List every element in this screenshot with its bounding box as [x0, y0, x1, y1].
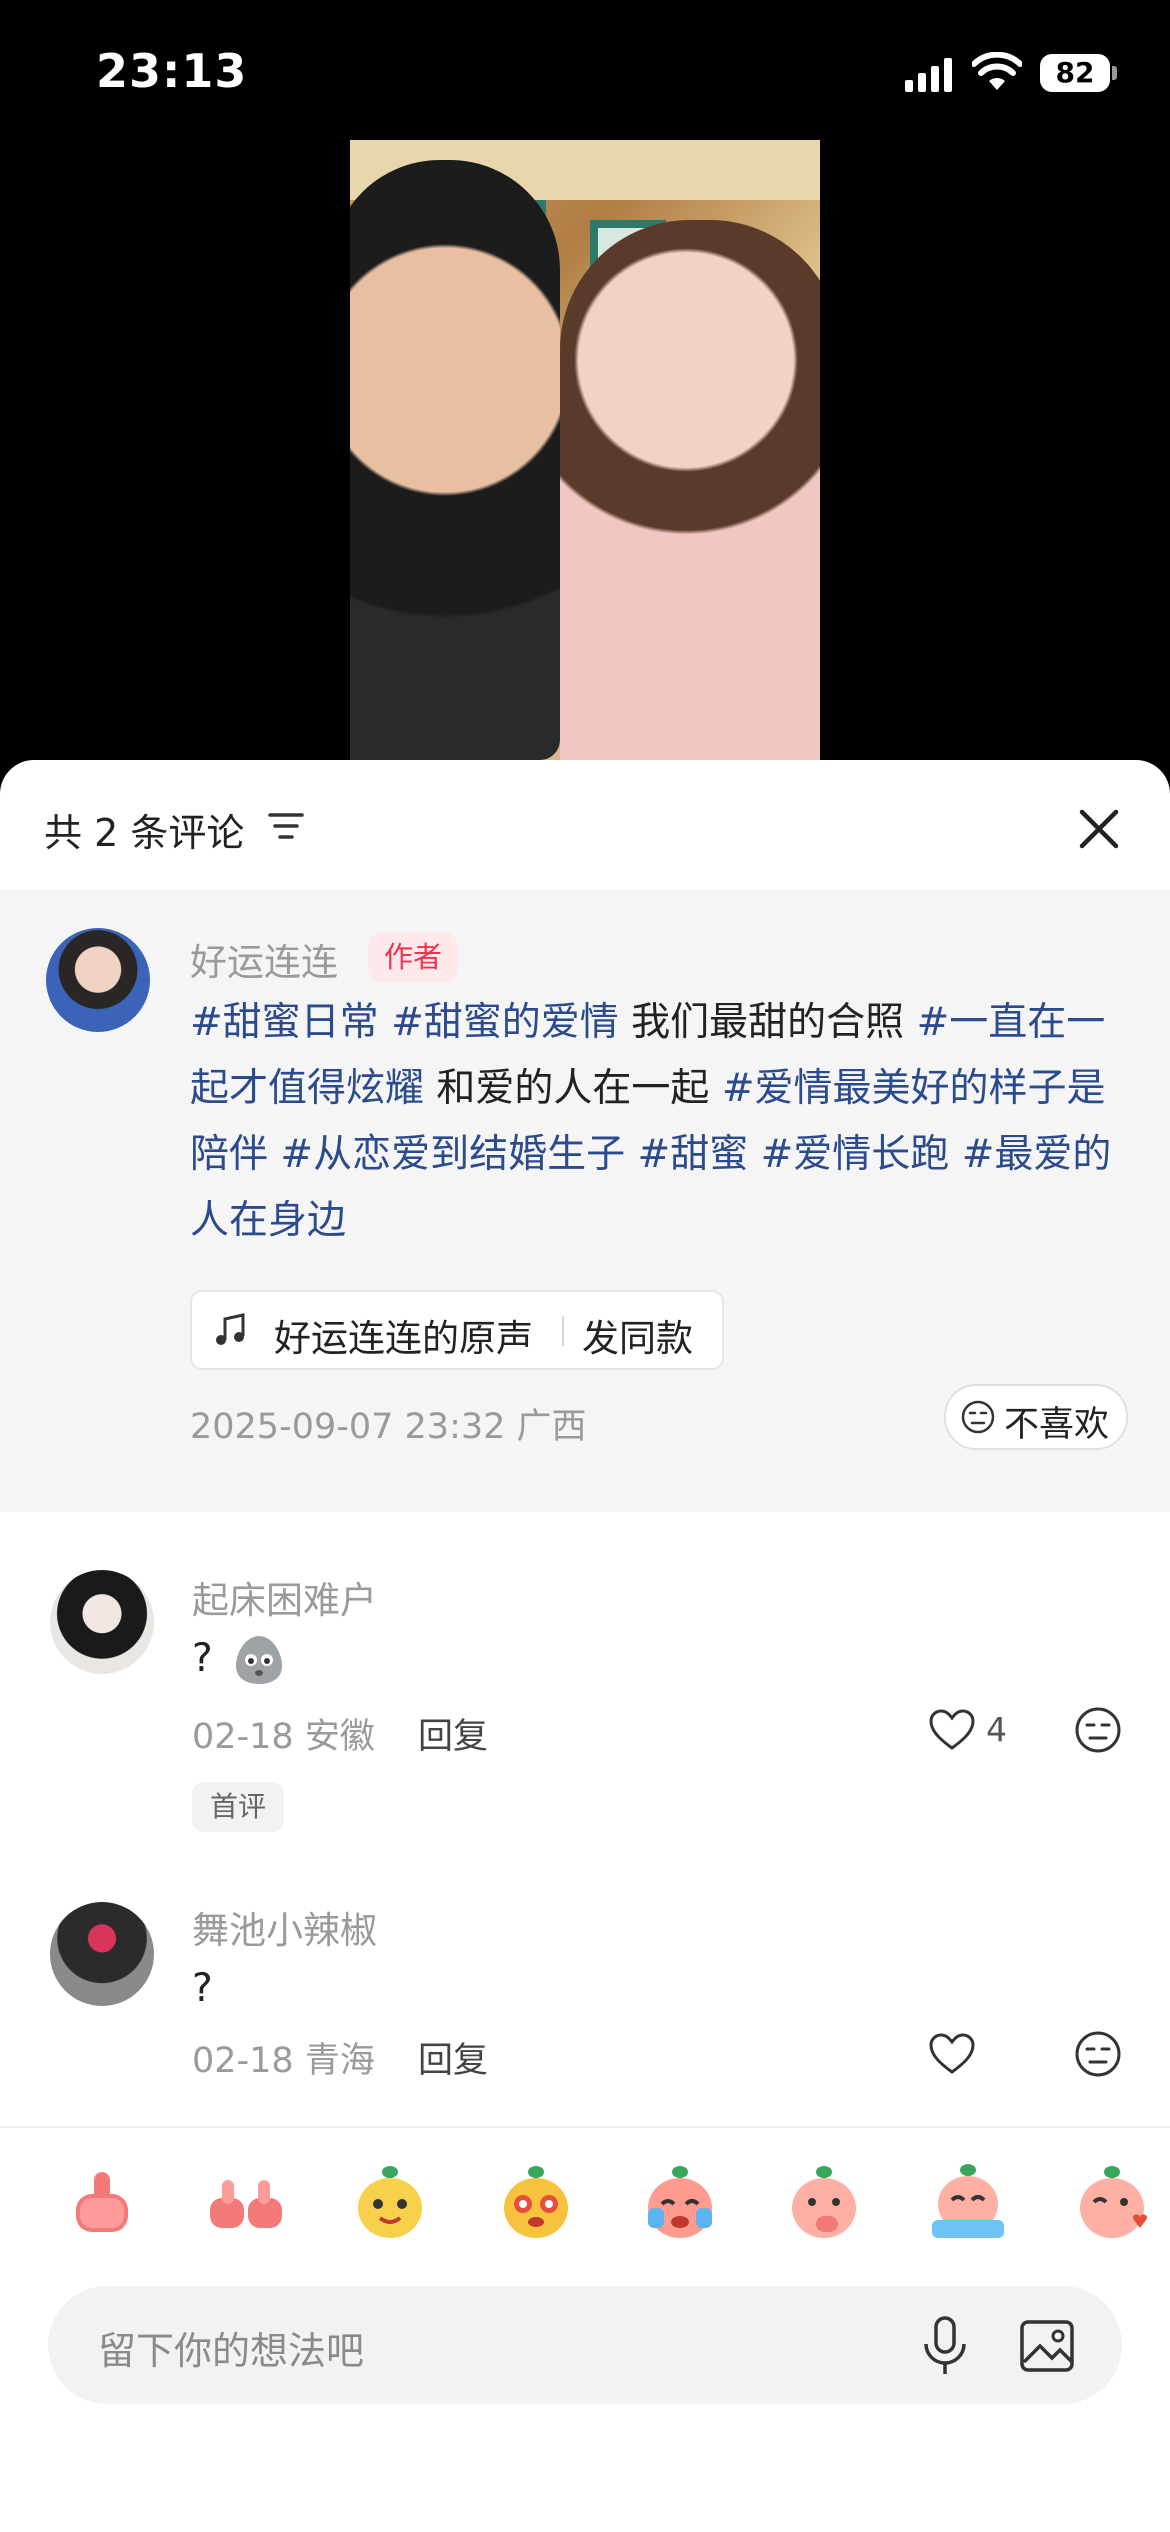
thinking-emoji-icon[interactable]: [782, 2160, 866, 2244]
comment-date-location: 02-18 安徽: [192, 1717, 375, 1757]
divider: [0, 2126, 1170, 2128]
kiss-emoji-icon[interactable]: [1070, 2160, 1154, 2244]
author-badge: 作者: [368, 932, 459, 982]
comment-item: 舞池小辣椒 ? 02-18 青海 回复: [0, 1870, 1170, 2130]
commenter-name[interactable]: 起床困难户: [192, 1570, 377, 1624]
dislike-button[interactable]: 不喜欢: [944, 1384, 1128, 1450]
wifi-icon: [972, 52, 1022, 90]
comment-input-placeholder[interactable]: 留下你的想法吧: [98, 2320, 364, 2375]
cellular-signal-icon: [905, 58, 952, 92]
comment-date-location: 02-18 青海: [192, 2041, 375, 2081]
starry-eyes-emoji-icon[interactable]: [494, 2160, 578, 2244]
quick-emoji-bar: [0, 2130, 1170, 2280]
dislike-face-icon[interactable]: [1074, 1706, 1122, 1754]
battery-tip: [1112, 66, 1117, 80]
commenter-avatar[interactable]: [50, 1570, 154, 1674]
like-count: 4: [986, 1710, 1007, 1749]
heart-like-icon[interactable]: [928, 2032, 976, 2076]
comments-header: 共 2 条评论: [0, 760, 1170, 890]
thumbs-up-emoji-icon[interactable]: [60, 2160, 144, 2244]
first-comment-badge: 首评: [192, 1782, 285, 1832]
double-thumbs-up-emoji-icon[interactable]: [204, 2160, 288, 2244]
reply-button[interactable]: 回复: [418, 2032, 488, 2083]
author-avatar[interactable]: [46, 928, 150, 1032]
caption-text-segment: [748, 1132, 760, 1177]
caption-text-segment: [379, 1000, 391, 1045]
caption-text-segment: [625, 1132, 637, 1177]
music-note-icon: [216, 1313, 245, 1345]
heart-like-icon[interactable]: [928, 1708, 976, 1752]
comment-input-box[interactable]: 留下你的想法吧: [48, 2286, 1122, 2404]
commenter-avatar[interactable]: [50, 1902, 154, 2006]
neutral-face-icon: [961, 1400, 995, 1434]
image-picker-icon[interactable]: [1018, 2318, 1076, 2374]
dislike-face-icon[interactable]: [1074, 2030, 1122, 2078]
video-thumbnail[interactable]: [350, 140, 820, 760]
video-person-right: [560, 220, 820, 760]
close-icon[interactable]: [1070, 800, 1128, 858]
crying-emoji-icon[interactable]: [638, 2160, 722, 2244]
hashtag-link[interactable]: #爱情长跑: [761, 1132, 950, 1177]
original-sound-chip[interactable]: 好运连连的原声 发同款: [190, 1290, 724, 1370]
comment-item: 起床困难户 ? 02-18 安徽 回复 4 首评: [0, 1540, 1170, 1880]
author-caption-block: 好运连连 作者 #甜蜜日常 #甜蜜的爱情 我们最甜的合照 #一直在一起才值得炫耀…: [0, 890, 1170, 1512]
sticker-emoji-icon: [236, 1636, 282, 1684]
author-caption-text: #甜蜜日常 #甜蜜的爱情 我们最甜的合照 #一直在一起才值得炫耀 和爱的人在一起…: [190, 990, 1130, 1254]
hashtag-link[interactable]: #从恋爱到结婚生子: [280, 1132, 625, 1177]
sound-divider: [562, 1316, 564, 1346]
hashtag-link[interactable]: #甜蜜的爱情: [391, 1000, 619, 1045]
comment-text: ?: [192, 1966, 213, 2011]
post-date-location: 2025-09-07 23:32 广西: [190, 1407, 587, 1447]
dislike-label: 不喜欢: [1004, 1405, 1110, 1445]
sound-name: 好运连连的原声: [274, 1317, 533, 1360]
comments-count-title: 共 2 条评论: [44, 811, 245, 855]
comments-sheet: 共 2 条评论 好运连连 作者 #甜蜜日常 #甜蜜的爱情 我们最甜的合照 #一直…: [0, 760, 1170, 2532]
microphone-icon[interactable]: [918, 2314, 972, 2378]
happy-pear-emoji-icon[interactable]: [348, 2160, 432, 2244]
comment-text: ?: [192, 1636, 213, 1681]
hashtag-link[interactable]: #甜蜜日常: [190, 1000, 379, 1045]
video-person-left: [350, 160, 560, 760]
crying-rain-emoji-icon[interactable]: [926, 2160, 1010, 2244]
caption-text-segment: 我们最甜的合照: [618, 1000, 917, 1045]
battery-indicator: 82: [1040, 54, 1110, 92]
hashtag-link[interactable]: #甜蜜: [638, 1132, 749, 1177]
sort-filter-icon[interactable]: [268, 810, 304, 842]
reply-button[interactable]: 回复: [418, 1708, 488, 1759]
status-time: 23:13: [96, 44, 248, 98]
status-bar: 23:13 82: [0, 0, 1170, 140]
commenter-name[interactable]: 舞池小辣椒: [192, 1900, 377, 1954]
use-sound-button[interactable]: 发同款: [582, 1308, 693, 1362]
caption-text-segment: [268, 1132, 280, 1177]
caption-text-segment: [949, 1132, 961, 1177]
caption-text-segment: 和爱的人在一起: [424, 1066, 722, 1111]
author-name[interactable]: 好运连连: [190, 932, 338, 986]
